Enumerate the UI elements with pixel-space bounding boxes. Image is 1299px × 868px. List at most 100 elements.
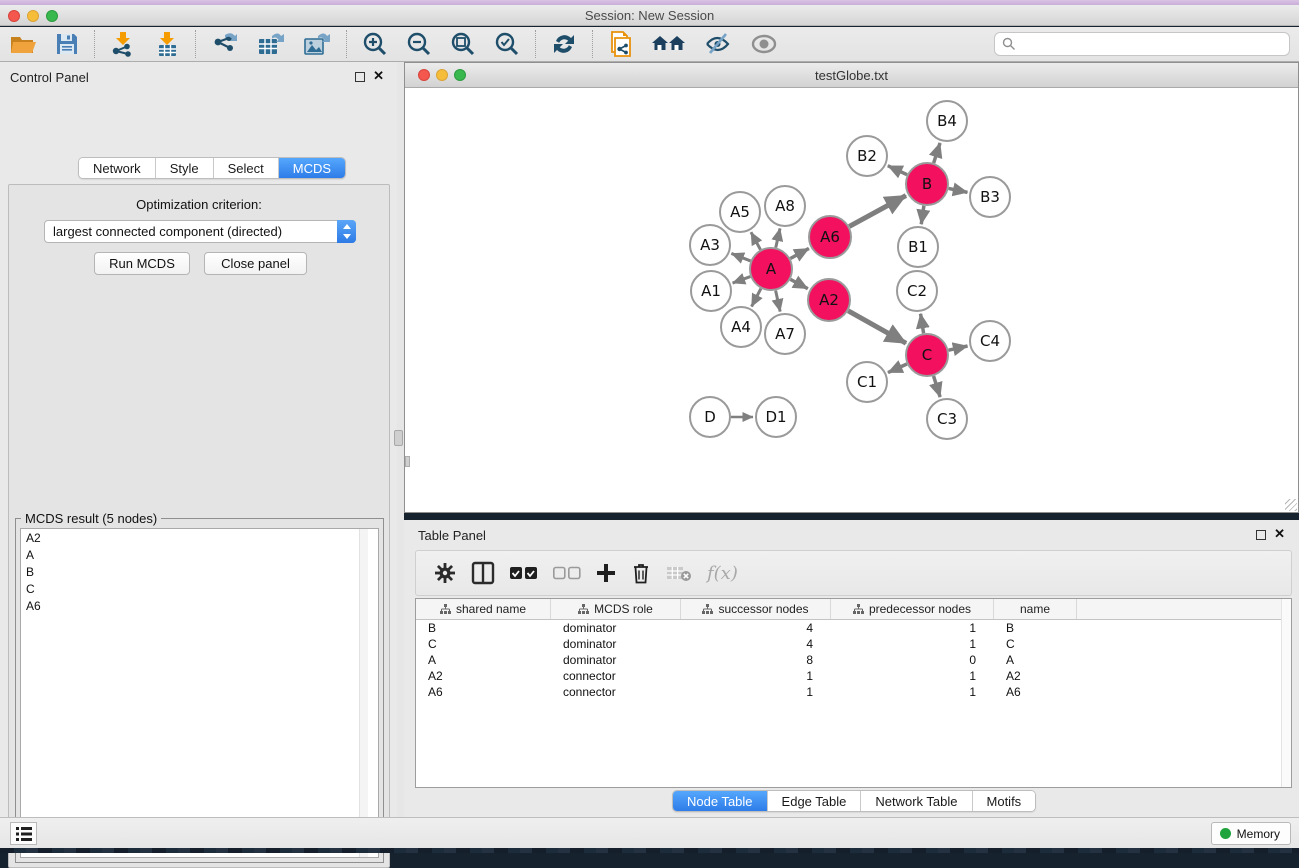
graph-node-B[interactable]: B (906, 163, 948, 205)
graph-node-A7[interactable]: A7 (765, 314, 805, 354)
tab-node-table[interactable]: Node Table (673, 791, 768, 811)
table-row[interactable]: Cdominator41C (416, 636, 1291, 652)
network-graph[interactable]: AA1A3A4A5A7A8A6A2BB1B2B3B4CC1C2C3C4DD1 (405, 88, 1298, 512)
graph-node-A6[interactable]: A6 (809, 216, 851, 258)
graph-edge-A-A2[interactable] (790, 279, 807, 288)
tab-style[interactable]: Style (156, 158, 214, 178)
result-list-item[interactable]: A6 (21, 597, 378, 614)
node-table[interactable]: shared nameMCDS rolesuccessor nodesprede… (415, 598, 1292, 788)
graph-node-C[interactable]: C (906, 334, 948, 376)
graph-node-C4[interactable]: C4 (970, 321, 1010, 361)
tab-mcds[interactable]: MCDS (279, 158, 345, 178)
graph-node-C1[interactable]: C1 (847, 362, 887, 402)
open-session-button[interactable] (0, 28, 46, 60)
result-list-item[interactable]: A (21, 546, 378, 563)
table-scrollbar[interactable] (1281, 599, 1291, 787)
graph-node-A4[interactable]: A4 (721, 307, 761, 347)
result-list-scrollbar[interactable] (359, 529, 368, 857)
close-panel-button[interactable]: Close panel (204, 252, 307, 275)
close-panel-icon[interactable]: ✕ (373, 68, 384, 84)
float-panel-icon[interactable] (355, 72, 365, 82)
table-row[interactable]: A2connector11A2 (416, 668, 1291, 684)
graph-edge-C-C2[interactable] (921, 314, 924, 334)
toggle-columns-button[interactable] (471, 561, 495, 585)
tab-network[interactable]: Network (79, 158, 156, 178)
import-table-button[interactable] (145, 28, 189, 60)
mcds-result-list[interactable]: A2ABCA6 (20, 528, 379, 858)
graph-edge-A-A3[interactable] (731, 253, 750, 261)
window-resize-grip[interactable] (1285, 499, 1297, 511)
network-canvas[interactable]: AA1A3A4A5A7A8A6A2BB1B2B3B4CC1C2C3C4DD1 (405, 88, 1298, 512)
graph-node-B2[interactable]: B2 (847, 136, 887, 176)
select-all-columns-button[interactable] (510, 566, 538, 580)
graph-node-A[interactable]: A (750, 248, 792, 290)
zoom-in-button[interactable] (353, 28, 397, 60)
hide-selected-button[interactable] (695, 28, 741, 60)
export-image-button[interactable] (294, 28, 340, 60)
search-input[interactable] (1016, 37, 1289, 51)
graph-edge-A-A4[interactable] (752, 289, 761, 307)
graph-node-B3[interactable]: B3 (970, 177, 1010, 217)
graph-node-D[interactable]: D (690, 397, 730, 437)
function-builder-button[interactable]: f(x) (707, 563, 738, 584)
export-network-button[interactable] (202, 28, 248, 60)
deselect-all-columns-button[interactable] (553, 566, 581, 580)
graph-edge-A2-C[interactable] (848, 311, 906, 343)
table-settings-button[interactable] (434, 562, 456, 584)
zoom-fit-button[interactable] (441, 28, 485, 60)
criterion-dropdown[interactable]: largest connected component (directed) (44, 220, 356, 243)
refresh-button[interactable] (542, 28, 586, 60)
graph-edge-C-C3[interactable] (934, 376, 941, 397)
column-header-name[interactable]: name (994, 599, 1077, 619)
result-list-item[interactable]: A2 (21, 529, 378, 546)
graph-node-A5[interactable]: A5 (720, 192, 760, 232)
memory-button[interactable]: Memory (1211, 822, 1291, 845)
export-table-button[interactable] (248, 28, 294, 60)
graph-node-D1[interactable]: D1 (756, 397, 796, 437)
graph-edge-A-A8[interactable] (776, 228, 780, 247)
graph-edge-A-A6[interactable] (790, 248, 809, 258)
panel-divider[interactable] (397, 62, 404, 817)
task-history-button[interactable] (10, 822, 37, 845)
column-header-MCDS-role[interactable]: MCDS role (551, 599, 681, 619)
graph-edge-C-C4[interactable] (948, 346, 967, 350)
column-header-shared-name[interactable]: shared name (416, 599, 551, 619)
graph-edge-B-B3[interactable] (949, 188, 968, 192)
tab-edge-table[interactable]: Edge Table (768, 791, 862, 811)
column-header-successor-nodes[interactable]: successor nodes (681, 599, 831, 619)
graph-edge-B-B1[interactable] (921, 206, 924, 224)
graph-edge-B-B4[interactable] (934, 143, 940, 163)
save-session-button[interactable] (46, 28, 88, 60)
run-mcds-button[interactable]: Run MCDS (94, 252, 190, 275)
graph-edge-B-B2[interactable] (888, 166, 907, 175)
home-view-button[interactable] (643, 28, 695, 60)
table-row[interactable]: A6connector11A6 (416, 684, 1291, 700)
tab-network-table[interactable]: Network Table (861, 791, 972, 811)
table-row[interactable]: Adominator80A (416, 652, 1291, 668)
table-row[interactable]: Bdominator41B (416, 620, 1291, 636)
search-field[interactable] (994, 32, 1290, 56)
graph-node-A1[interactable]: A1 (691, 271, 731, 311)
column-header-predecessor-nodes[interactable]: predecessor nodes (831, 599, 994, 619)
graph-node-B1[interactable]: B1 (898, 227, 938, 267)
zoom-selected-button[interactable] (485, 28, 529, 60)
copy-view-button[interactable] (599, 28, 643, 60)
show-all-button[interactable] (741, 28, 787, 60)
zoom-out-button[interactable] (397, 28, 441, 60)
close-panel-icon[interactable]: ✕ (1274, 526, 1285, 542)
result-list-item[interactable]: B (21, 563, 378, 580)
divider-grip[interactable] (394, 430, 403, 446)
graph-node-A8[interactable]: A8 (765, 186, 805, 226)
graph-edge-A-A1[interactable] (733, 277, 751, 284)
tab-motifs[interactable]: Motifs (973, 791, 1036, 811)
graph-node-A3[interactable]: A3 (690, 225, 730, 265)
graph-node-C2[interactable]: C2 (897, 271, 937, 311)
graph-edge-A6-B[interactable] (849, 196, 906, 227)
add-column-button[interactable] (596, 563, 616, 583)
float-panel-icon[interactable] (1256, 530, 1266, 540)
delete-table-button[interactable] (666, 564, 692, 582)
graph-node-A2[interactable]: A2 (808, 279, 850, 321)
import-network-button[interactable] (101, 28, 145, 60)
delete-column-button[interactable] (631, 562, 651, 584)
graph-edge-C-C1[interactable] (888, 364, 907, 373)
